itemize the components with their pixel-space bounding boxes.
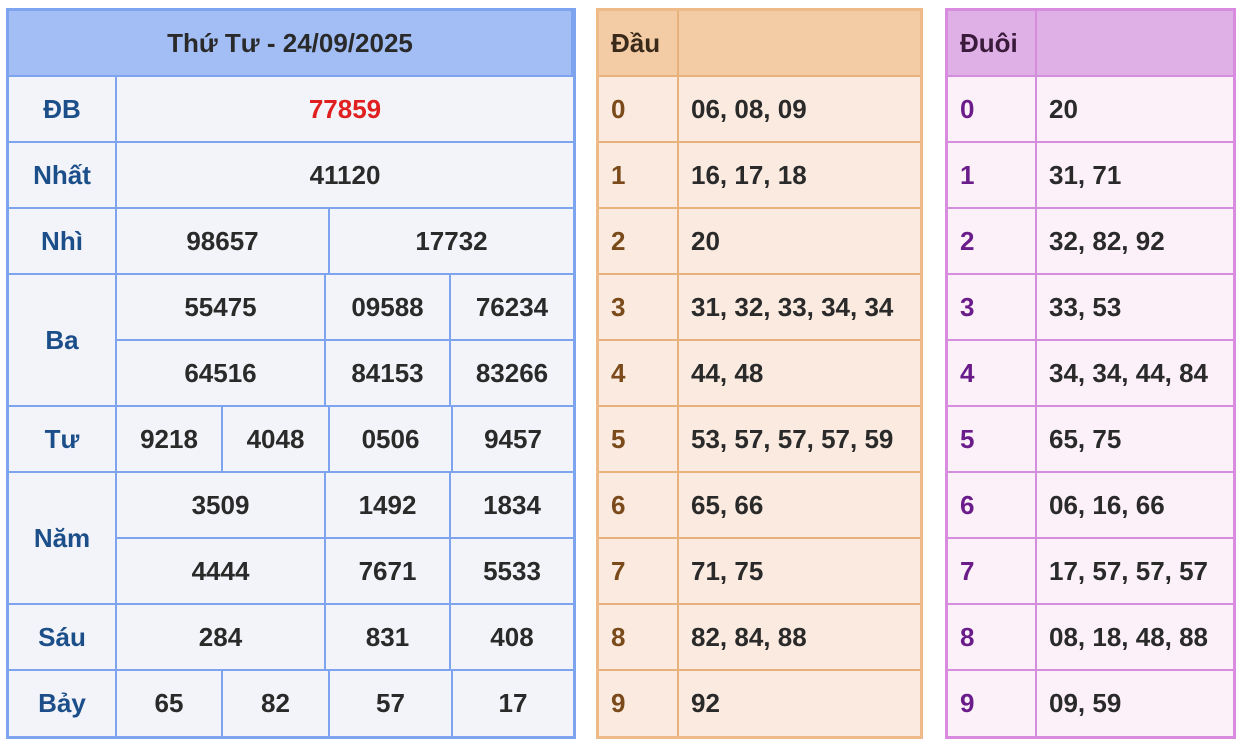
dau-row-numbers: 31, 32, 33, 34, 34 <box>679 275 920 341</box>
duoi-row-digit: 1 <box>948 143 1037 209</box>
prize-ba-value: 55475 <box>117 275 326 341</box>
duoi-row-numbers: 06, 16, 66 <box>1037 473 1233 539</box>
prize-label-nam: Năm <box>9 473 117 605</box>
duoi-row-digit: 9 <box>948 671 1037 736</box>
prize-nam-value: 7671 <box>326 539 451 605</box>
dau-row-numbers: 44, 48 <box>679 341 920 407</box>
prize-label-sau: Sáu <box>9 605 117 671</box>
prize-bay-value: 17 <box>498 688 528 718</box>
prize-label-tu: Tư <box>9 407 117 473</box>
duoi-row-digit: 3 <box>948 275 1037 341</box>
prize-nhi-value: 98657 <box>117 209 330 275</box>
prize-ba-value: 76234 <box>451 275 573 341</box>
duoi-row-numbers: 17, 57, 57, 57 <box>1037 539 1233 605</box>
prize-sau-value: 284 <box>117 605 326 671</box>
prize-tu-value: 9457 <box>453 407 573 473</box>
duoi-row-digit: 7 <box>948 539 1037 605</box>
dau-row-numbers: 16, 17, 18 <box>679 143 920 209</box>
dau-row-numbers: 82, 84, 88 <box>679 605 920 671</box>
duoi-row-numbers: 34, 34, 44, 84 <box>1037 341 1233 407</box>
prize-label-ba: Ba <box>9 275 117 407</box>
dau-row-digit: 6 <box>599 473 679 539</box>
duoi-row-numbers: 65, 75 <box>1037 407 1233 473</box>
duoi-row-digit: 2 <box>948 209 1037 275</box>
prize-ba-value: 83266 <box>451 341 573 407</box>
prize-nhat-value: 41120 <box>117 143 573 209</box>
duoi-row-digit: 6 <box>948 473 1037 539</box>
prize-db-value: 77859 <box>117 77 573 143</box>
prize-nam-value: 4444 <box>117 539 326 605</box>
prize-bay-value: 65 <box>117 671 223 736</box>
prize-label-bay: Bảy <box>9 671 117 736</box>
prize-ba-value: 64516 <box>117 341 326 407</box>
duoi-row-numbers: 09, 59 <box>1049 688 1122 718</box>
prize-tu-value: 4048 <box>223 407 330 473</box>
dau-row-digit: 2 <box>599 209 679 275</box>
duoi-header-blank <box>1037 11 1233 77</box>
prize-label-nhat: Nhất <box>9 143 117 209</box>
prize-sau-value: 408 <box>451 605 573 671</box>
dau-row-digit: 7 <box>599 539 679 605</box>
duoi-row-digit: 0 <box>948 77 1037 143</box>
dau-table: Đầu 0 06, 08, 09 1 16, 17, 18 2 20 3 31, 32, 33… <box>596 8 923 739</box>
prize-bay-value: 57 <box>330 671 453 736</box>
dau-row-digit: 3 <box>599 275 679 341</box>
prize-tu-value: 9218 <box>117 407 223 473</box>
duoi-table: Đuôi 0 20 1 31, 71 2 32, 82, 92 3 33, 53 4 34, 34… <box>945 8 1236 739</box>
duoi-row-digit: 4 <box>948 341 1037 407</box>
dau-row-numbers: 20 <box>679 209 920 275</box>
dau-header: Đầu <box>599 11 679 77</box>
duoi-row-numbers: 31, 71 <box>1037 143 1233 209</box>
dau-row-digit: 5 <box>599 407 679 473</box>
prize-ba-value: 09588 <box>326 275 451 341</box>
duoi-row-digit: 8 <box>948 605 1037 671</box>
duoi-row-numbers: 08, 18, 48, 88 <box>1037 605 1233 671</box>
dau-row-digit: 8 <box>599 605 679 671</box>
dau-row-numbers: 71, 75 <box>679 539 920 605</box>
dau-row-numbers: 65, 66 <box>679 473 920 539</box>
dau-row-numbers: 92 <box>691 688 720 718</box>
duoi-row-digit: 5 <box>948 407 1037 473</box>
duoi-row-numbers: 33, 53 <box>1037 275 1233 341</box>
duoi-row-numbers: 20 <box>1037 77 1233 143</box>
dau-row-digit: 4 <box>599 341 679 407</box>
prize-bay-value: 82 <box>223 671 330 736</box>
prize-nam-value: 1834 <box>451 473 573 539</box>
prize-ba-value: 84153 <box>326 341 451 407</box>
prize-sau-value: 831 <box>326 605 451 671</box>
dau-row-digit: 9 <box>599 671 679 736</box>
duoi-row-numbers: 32, 82, 92 <box>1037 209 1233 275</box>
prize-tu-value: 0506 <box>330 407 453 473</box>
dau-header-blank <box>679 11 920 77</box>
prize-label-nhi: Nhì <box>9 209 117 275</box>
prize-nam-value: 1492 <box>326 473 451 539</box>
prize-label-db: ĐB <box>9 77 117 143</box>
dau-row-digit: 1 <box>599 143 679 209</box>
prize-nhi-value: 17732 <box>330 209 573 275</box>
duoi-header: Đuôi <box>948 11 1037 77</box>
prize-nam-value: 5533 <box>451 539 573 605</box>
results-table: Thứ Tư - 24/09/2025 ĐB 77859 Nhất 41120 … <box>6 8 576 739</box>
dau-row-digit: 0 <box>599 77 679 143</box>
results-title: Thứ Tư - 24/09/2025 <box>9 11 573 77</box>
dau-row-numbers: 06, 08, 09 <box>679 77 920 143</box>
prize-nam-value: 3509 <box>117 473 326 539</box>
dau-row-numbers: 53, 57, 57, 57, 59 <box>679 407 920 473</box>
